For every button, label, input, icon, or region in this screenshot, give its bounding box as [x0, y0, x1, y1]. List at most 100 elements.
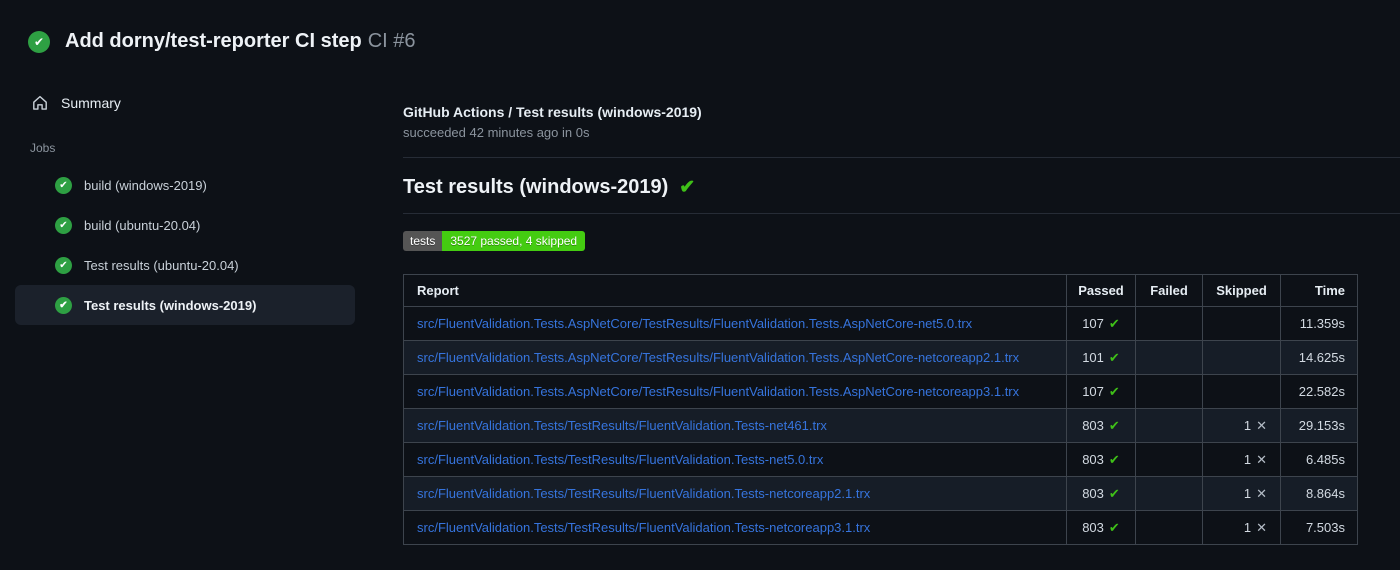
report-link[interactable]: src/FluentValidation.Tests.AspNetCore/Te… [417, 316, 972, 331]
skipped-cell [1202, 374, 1281, 409]
run-title: Add dorny/test-reporter CI step [65, 30, 362, 52]
badge-value: 3527 passed, 4 skipped [442, 231, 586, 251]
tests-badge: tests 3527 passed, 4 skipped [403, 231, 586, 251]
passed-cell: 803 ✔ [1066, 510, 1136, 545]
success-check-circle-icon: ✔ [55, 256, 72, 274]
sidebar-item-build-ubuntu-2004[interactable]: ✔ build (ubuntu-20.04) [15, 205, 355, 245]
report-cell: src/FluentValidation.Tests/TestResults/F… [403, 476, 1067, 511]
cross-icon: ✕ [1256, 451, 1267, 467]
report-cell: src/FluentValidation.Tests/TestResults/F… [403, 442, 1067, 477]
skipped-cell [1202, 306, 1281, 341]
section-heading-text: Test results (windows-2019) [403, 176, 669, 198]
report-cell: src/FluentValidation.Tests.AspNetCore/Te… [403, 306, 1067, 341]
job-label: build (ubuntu-20.04) [84, 217, 201, 233]
report-link[interactable]: src/FluentValidation.Tests/TestResults/F… [417, 452, 823, 467]
run-number: CI #6 [367, 30, 416, 52]
report-link[interactable]: src/FluentValidation.Tests/TestResults/F… [417, 418, 827, 433]
passed-cell: 803 ✔ [1066, 408, 1136, 443]
time-cell: 29.153s [1280, 408, 1358, 443]
failed-cell [1135, 340, 1203, 375]
failed-cell [1135, 510, 1203, 545]
report-link[interactable]: src/FluentValidation.Tests/TestResults/F… [417, 486, 870, 501]
skipped-cell: 1 ✕ [1202, 476, 1281, 511]
cross-icon: ✕ [1256, 485, 1267, 501]
check-icon: ✔ [1108, 417, 1120, 433]
divider [403, 213, 1400, 214]
sidebar: Summary Jobs ✔ build (windows-2019) ✔ bu… [0, 53, 403, 325]
report-column-header: Report [403, 274, 1067, 307]
jobs-section-label: Jobs [30, 141, 56, 155]
check-icon: ✔ [1108, 519, 1120, 535]
time-cell: 7.503s [1280, 510, 1358, 545]
time-cell: 11.359s [1280, 306, 1358, 341]
cross-icon: ✕ [1256, 417, 1267, 433]
sidebar-item-test-results-ubuntu-2004[interactable]: ✔ Test results (ubuntu-20.04) [15, 245, 355, 285]
failed-cell [1135, 374, 1203, 409]
failed-cell [1135, 306, 1203, 341]
table-row: src/FluentValidation.Tests/TestResults/F… [403, 476, 1358, 511]
report-link[interactable]: src/FluentValidation.Tests/TestResults/F… [417, 520, 870, 535]
report-cell: src/FluentValidation.Tests.AspNetCore/Te… [403, 340, 1067, 375]
check-icon: ✔ [679, 177, 696, 198]
cross-icon: ✕ [1256, 519, 1267, 535]
time-cell: 22.582s [1280, 374, 1358, 409]
section-heading: Test results (windows-2019) ✔ [403, 173, 1400, 202]
report-cell: src/FluentValidation.Tests/TestResults/F… [403, 510, 1067, 545]
report-link[interactable]: src/FluentValidation.Tests.AspNetCore/Te… [417, 384, 1019, 399]
divider [403, 157, 1400, 158]
time-cell: 6.485s [1280, 442, 1358, 477]
report-link[interactable]: src/FluentValidation.Tests.AspNetCore/Te… [417, 350, 1019, 365]
success-check-circle-icon: ✔ [28, 30, 50, 53]
run-header: ✔ Add dorny/test-reporter CI step CI #6 [0, 0, 1400, 53]
passed-cell: 101 ✔ [1066, 340, 1136, 375]
home-icon [32, 95, 48, 111]
table-row: src/FluentValidation.Tests.AspNetCore/Te… [403, 374, 1358, 409]
skipped-cell: 1 ✕ [1202, 442, 1281, 477]
table-header-row: Report Passed Failed Skipped Time [403, 274, 1358, 307]
content: Summary Jobs ✔ build (windows-2019) ✔ bu… [0, 53, 1400, 545]
summary-label: Summary [61, 95, 121, 111]
table-row: src/FluentValidation.Tests/TestResults/F… [403, 408, 1358, 443]
main-panel: GitHub Actions / Test results (windows-2… [403, 53, 1400, 545]
job-label: build (windows-2019) [84, 177, 207, 193]
job-label: Test results (ubuntu-20.04) [84, 257, 239, 273]
check-icon: ✔ [1108, 485, 1120, 501]
skipped-cell: 1 ✕ [1202, 510, 1281, 545]
passed-cell: 107 ✔ [1066, 306, 1136, 341]
failed-cell [1135, 442, 1203, 477]
check-run-status: succeeded 42 minutes ago in 0s [403, 125, 590, 140]
passed-cell: 803 ✔ [1066, 476, 1136, 511]
passed-cell: 107 ✔ [1066, 374, 1136, 409]
check-icon: ✔ [1108, 315, 1120, 331]
skipped-column-header: Skipped [1202, 274, 1281, 307]
report-cell: src/FluentValidation.Tests/TestResults/F… [403, 408, 1067, 443]
passed-cell: 803 ✔ [1066, 442, 1136, 477]
sidebar-item-build-windows-2019[interactable]: ✔ build (windows-2019) [15, 165, 355, 205]
time-cell: 8.864s [1280, 476, 1358, 511]
success-check-circle-icon: ✔ [55, 216, 72, 234]
check-icon: ✔ [1108, 383, 1120, 399]
check-icon: ✔ [1108, 349, 1120, 365]
job-label: Test results (windows-2019) [84, 297, 257, 313]
failed-column-header: Failed [1135, 274, 1203, 307]
time-cell: 14.625s [1280, 340, 1358, 375]
test-results-table: Report Passed Failed Skipped Time src/Fl… [403, 274, 1358, 545]
check-icon: ✔ [1108, 451, 1120, 467]
report-cell: src/FluentValidation.Tests.AspNetCore/Te… [403, 374, 1067, 409]
failed-cell [1135, 408, 1203, 443]
table-row: src/FluentValidation.Tests/TestResults/F… [403, 510, 1358, 545]
passed-column-header: Passed [1066, 274, 1136, 307]
table-row: src/FluentValidation.Tests.AspNetCore/Te… [403, 306, 1358, 341]
table-row: src/FluentValidation.Tests/TestResults/F… [403, 442, 1358, 477]
skipped-cell: 1 ✕ [1202, 408, 1281, 443]
success-check-circle-icon: ✔ [55, 176, 72, 194]
failed-cell [1135, 476, 1203, 511]
success-check-circle-icon: ✔ [55, 296, 72, 314]
skipped-cell [1202, 340, 1281, 375]
badge-label: tests [403, 231, 443, 251]
time-column-header: Time [1280, 274, 1358, 307]
table-row: src/FluentValidation.Tests.AspNetCore/Te… [403, 340, 1358, 375]
sidebar-item-summary[interactable]: Summary [32, 95, 403, 111]
sidebar-item-test-results-windows-2019[interactable]: ✔ Test results (windows-2019) [15, 285, 355, 325]
check-run-title: GitHub Actions / Test results (windows-2… [403, 104, 702, 120]
